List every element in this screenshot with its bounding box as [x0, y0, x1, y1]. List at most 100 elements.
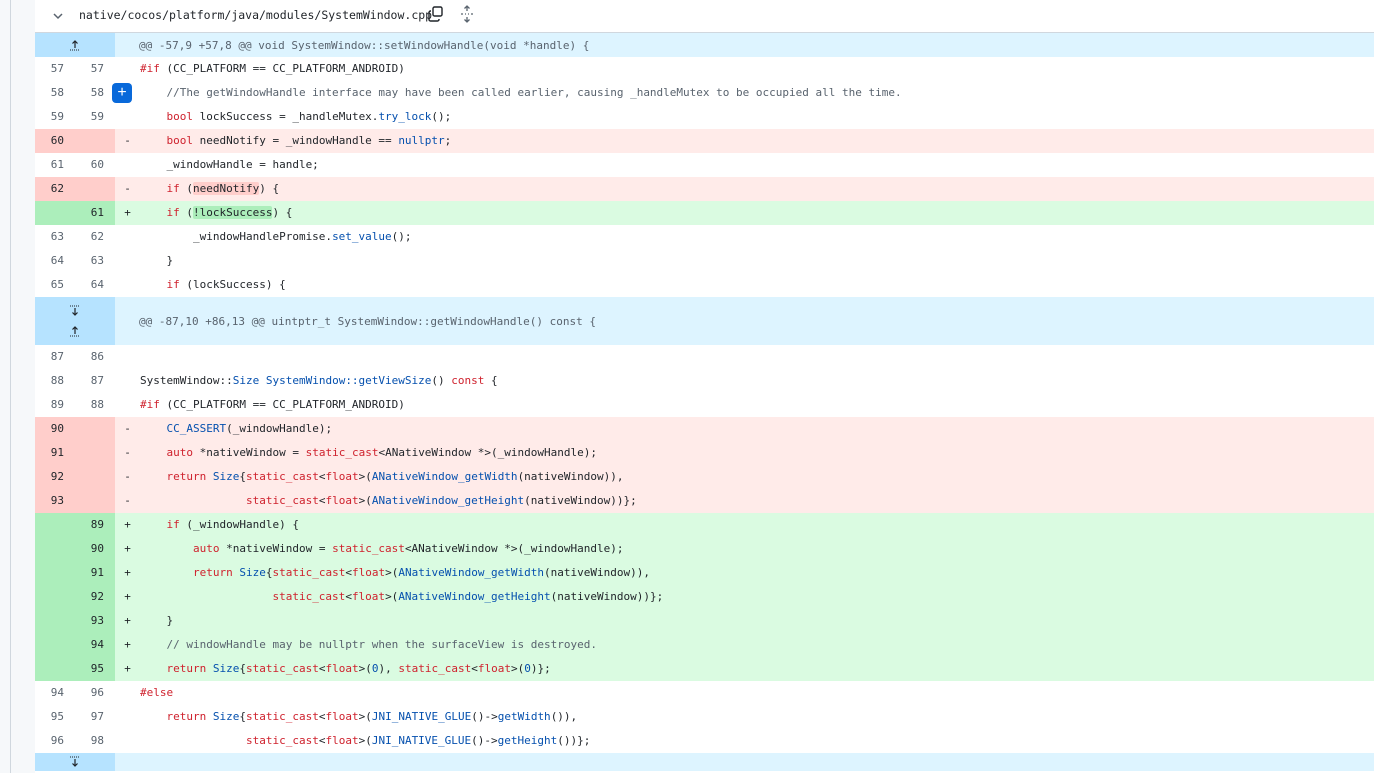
- old-line-number[interactable]: 61: [35, 153, 75, 177]
- code-line: }: [140, 614, 174, 627]
- code-line: return Size{static_cast<float>(ANativeWi…: [192, 566, 651, 579]
- code-line: // windowHandle may be nullptr when the …: [140, 638, 597, 651]
- diff-row-deleted: 60 - bool needNotify = _windowHandle == …: [35, 129, 1374, 153]
- chevron-down-icon[interactable]: [51, 9, 65, 23]
- old-line-number[interactable]: [35, 657, 75, 681]
- new-line-number[interactable]: 90: [75, 537, 115, 561]
- old-line-number[interactable]: [35, 633, 75, 657]
- code-line: static_cast<float>(ANativeWindow_getHeig…: [272, 590, 664, 603]
- new-line-number[interactable]: 62: [75, 225, 115, 249]
- diff-row: 64 63 }: [35, 249, 1374, 273]
- diff-row-added: 92 + static_cast<float>(ANativeWindow_ge…: [35, 585, 1374, 609]
- code-line: bool needNotify = _windowHandle == nullp…: [166, 134, 452, 147]
- expand-up-button[interactable]: [35, 33, 115, 57]
- new-line-number[interactable]: 60: [75, 153, 115, 177]
- old-line-number[interactable]: 96: [35, 729, 75, 753]
- code-line: #else: [140, 686, 174, 699]
- new-line-number[interactable]: 61: [75, 201, 115, 225]
- old-line-number[interactable]: [35, 609, 75, 633]
- diff-row: 94 96 #else: [35, 681, 1374, 705]
- diff-row-deleted: 92 - return Size{static_cast<float>(ANat…: [35, 465, 1374, 489]
- new-line-number[interactable]: 58: [75, 81, 115, 105]
- old-line-number[interactable]: 93: [35, 489, 75, 513]
- diff-row: 59 59 bool lockSuccess = _handleMutex.tr…: [35, 105, 1374, 129]
- old-line-number[interactable]: 91: [35, 441, 75, 465]
- code-line: if (_windowHandle) {: [166, 518, 299, 531]
- new-line-number[interactable]: 89: [75, 513, 115, 537]
- diff-row: 61 60 _windowHandle = handle;: [35, 153, 1374, 177]
- code-line: //The getWindowHandle interface may have…: [140, 86, 902, 99]
- hunk-header: @@ -57,9 +57,8 @@ void SystemWindow::set…: [35, 33, 1374, 57]
- hunk-header-text: @@ -87,10 +86,13 @@ uintptr_t SystemWind…: [139, 314, 596, 328]
- code-line: _windowHandlePromise.set_value();: [140, 230, 412, 243]
- diff-row-deleted: 91 - auto *nativeWindow = static_cast<AN…: [35, 441, 1374, 465]
- old-line-number[interactable]: 89: [35, 393, 75, 417]
- old-line-number[interactable]: 58: [35, 81, 75, 105]
- new-line-number[interactable]: 86: [75, 345, 115, 369]
- file-path[interactable]: native/cocos/platform/java/modules/Syste…: [79, 8, 432, 22]
- expand-down-button[interactable]: [35, 301, 115, 321]
- new-line-number[interactable]: [75, 465, 115, 489]
- diff-row-added: 91 + return Size{static_cast<float>(ANat…: [35, 561, 1374, 585]
- diff-row: 95 97 return Size{static_cast<float>(JNI…: [35, 705, 1374, 729]
- new-line-number[interactable]: 92: [75, 585, 115, 609]
- code-line: }: [140, 254, 174, 267]
- code-line: return Size{static_cast<float>(ANativeWi…: [166, 470, 624, 483]
- old-line-number[interactable]: 92: [35, 465, 75, 489]
- new-line-number[interactable]: 88: [75, 393, 115, 417]
- hunk-footer: [35, 753, 1374, 771]
- old-line-number[interactable]: [35, 585, 75, 609]
- new-line-number[interactable]: [75, 489, 115, 513]
- new-line-number[interactable]: 94: [75, 633, 115, 657]
- new-line-number[interactable]: 96: [75, 681, 115, 705]
- old-line-number[interactable]: [35, 201, 75, 225]
- diff-row: 96 98 static_cast<float>(JNI_NATIVE_GLUE…: [35, 729, 1374, 753]
- old-line-number[interactable]: 60: [35, 129, 75, 153]
- new-line-number[interactable]: 87: [75, 369, 115, 393]
- old-line-number[interactable]: 57: [35, 57, 75, 81]
- code-line: return Size{static_cast<float>(0), stati…: [166, 662, 551, 675]
- new-line-number[interactable]: 93: [75, 609, 115, 633]
- copy-icon[interactable]: [427, 5, 445, 23]
- unfold-icon[interactable]: [459, 5, 475, 23]
- new-line-number[interactable]: 98: [75, 729, 115, 753]
- expand-down-button[interactable]: [35, 753, 115, 771]
- new-line-number[interactable]: 91: [75, 561, 115, 585]
- new-line-number[interactable]: 63: [75, 249, 115, 273]
- old-line-number[interactable]: 90: [35, 417, 75, 441]
- code-line: auto *nativeWindow = static_cast<ANative…: [192, 542, 624, 555]
- new-line-number[interactable]: 57: [75, 57, 115, 81]
- expand-up-button[interactable]: [35, 321, 115, 341]
- code-line: _windowHandle = handle;: [140, 158, 319, 171]
- new-line-number[interactable]: 59: [75, 105, 115, 129]
- diff-row: 89 88 #if (CC_PLATFORM == CC_PLATFORM_AN…: [35, 393, 1374, 417]
- old-line-number[interactable]: 64: [35, 249, 75, 273]
- old-line-number[interactable]: 63: [35, 225, 75, 249]
- old-line-number[interactable]: [35, 561, 75, 585]
- diff-row-deleted: 90 - CC_ASSERT(_windowHandle);: [35, 417, 1374, 441]
- old-line-number[interactable]: 87: [35, 345, 75, 369]
- old-line-number[interactable]: [35, 537, 75, 561]
- hunk-footer-text: [115, 753, 139, 771]
- old-line-number[interactable]: 95: [35, 705, 75, 729]
- diff-row: 65 64 if (lockSuccess) {: [35, 273, 1374, 297]
- new-line-number[interactable]: [75, 441, 115, 465]
- old-line-number[interactable]: 65: [35, 273, 75, 297]
- diff-row: 88 87 SystemWindow::Size SystemWindow::g…: [35, 369, 1374, 393]
- old-line-number[interactable]: 62: [35, 177, 75, 201]
- old-line-number[interactable]: 59: [35, 105, 75, 129]
- diff-row: 87 86: [35, 345, 1374, 369]
- code-line: #if (CC_PLATFORM == CC_PLATFORM_ANDROID): [140, 398, 405, 411]
- new-line-number[interactable]: 64: [75, 273, 115, 297]
- new-line-number[interactable]: [75, 129, 115, 153]
- new-line-number[interactable]: 97: [75, 705, 115, 729]
- old-line-number[interactable]: 94: [35, 681, 75, 705]
- new-line-number[interactable]: [75, 417, 115, 441]
- new-line-number[interactable]: [75, 177, 115, 201]
- diff-row-added: 89 + if (_windowHandle) {: [35, 513, 1374, 537]
- new-line-number[interactable]: 95: [75, 657, 115, 681]
- old-line-number[interactable]: 88: [35, 369, 75, 393]
- code-line: #if (CC_PLATFORM == CC_PLATFORM_ANDROID): [140, 62, 405, 75]
- add-comment-button[interactable]: +: [112, 83, 132, 103]
- old-line-number[interactable]: [35, 513, 75, 537]
